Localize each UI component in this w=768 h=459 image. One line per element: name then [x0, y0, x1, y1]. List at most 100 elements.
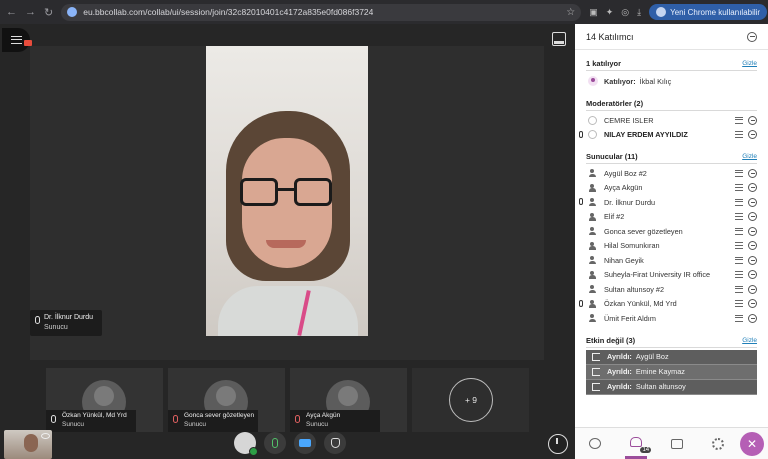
forward-icon[interactable]: →	[25, 6, 36, 18]
address-bar[interactable]: eu.bbcollab.com/collab/ui/session/join/3…	[61, 3, 582, 21]
back-icon[interactable]: ←	[6, 6, 17, 18]
captions-icon[interactable]	[735, 285, 743, 293]
bookmark-star-icon[interactable]: ☆	[566, 7, 575, 18]
mic-icon	[579, 299, 583, 307]
participant-name: NILAY ERDEM AYYILDIZ	[604, 130, 688, 140]
captions-icon[interactable]	[735, 242, 743, 250]
chrome-update-button[interactable]: Yeni Chrome kullanılabilir	[649, 4, 768, 20]
captions-icon[interactable]	[735, 131, 743, 139]
layout-toggle-icon[interactable]	[552, 32, 566, 46]
self-view-video[interactable]	[4, 430, 52, 459]
participant-tile[interactable]: Gonca sever gözetleyen Sunucu	[168, 368, 285, 432]
more-options-icon[interactable]	[748, 284, 757, 294]
tab-share-content[interactable]	[666, 433, 688, 455]
tile-tag: Özkan Yünkül, Md Yrd Sunucu	[46, 410, 136, 432]
captions-icon[interactable]	[735, 198, 743, 206]
people-icon	[630, 437, 643, 447]
tab-participants[interactable]: 14	[625, 429, 652, 459]
list-item[interactable]: Hilal Somunkıran	[586, 239, 757, 254]
tab-chat[interactable]	[584, 433, 606, 455]
microphone-button[interactable]	[264, 432, 286, 454]
mic-muted-icon	[173, 415, 178, 423]
reload-icon[interactable]: ↻	[44, 6, 53, 19]
list-item[interactable]: NILAY ERDEM AYYILDIZ	[579, 128, 757, 143]
eye-icon[interactable]	[41, 433, 50, 439]
section-title: Etkin değil (3)	[586, 335, 636, 345]
more-options-icon[interactable]	[748, 115, 757, 125]
list-item[interactable]: Suheyla-Firat University IR office	[586, 268, 757, 283]
share-icon	[670, 438, 683, 449]
tab-settings[interactable]	[707, 433, 729, 455]
clock-icon[interactable]	[548, 434, 568, 454]
presenter-icon	[588, 270, 596, 279]
more-options-icon[interactable]	[748, 130, 757, 140]
more-participants-tile[interactable]: + 9	[412, 368, 529, 432]
main-speaker-tag: Dr. İlknur Durdu Sunucu	[30, 310, 102, 336]
captions-icon[interactable]	[735, 271, 743, 279]
presenter-icon	[588, 299, 596, 308]
download-icon[interactable]: ⤓	[637, 6, 641, 18]
list-item[interactable]: Özkan Yünkül, Md Yrd	[579, 297, 757, 312]
list-item[interactable]: CEMRE ISLER	[586, 113, 757, 128]
more-options-icon[interactable]	[748, 183, 757, 193]
participant-tile[interactable]: Ayça Akgün Sunucu	[290, 368, 407, 432]
captions-icon[interactable]	[735, 227, 743, 235]
left-label: Ayrıldı:	[607, 382, 632, 391]
more-options-icon[interactable]	[748, 197, 757, 207]
tile-role: Sunucu	[62, 421, 85, 428]
my-status-button[interactable]	[234, 432, 258, 456]
list-item[interactable]: Dr. İlknur Durdu	[579, 195, 757, 210]
more-options-icon[interactable]	[748, 299, 757, 309]
participant-name: Aygül Boz	[635, 352, 669, 361]
captions-icon[interactable]	[735, 213, 743, 221]
hide-link[interactable]: Gizle	[742, 153, 757, 160]
moderator-icon	[588, 115, 597, 125]
captions-icon[interactable]	[735, 169, 743, 177]
update-label: Yeni Chrome kullanılabilir	[670, 7, 761, 17]
more-options-icon[interactable]	[748, 270, 757, 280]
speaker-video-feed	[206, 46, 368, 336]
hand-icon	[330, 438, 340, 448]
hide-link[interactable]: Gizle	[742, 60, 757, 67]
presenter-icon	[588, 198, 596, 207]
captions-icon[interactable]	[735, 116, 743, 124]
list-item[interactable]: Aygül Boz #2	[586, 166, 757, 181]
captions-icon[interactable]	[735, 314, 743, 322]
participant-name: Sultan altunsoy	[635, 382, 686, 391]
site-info-icon[interactable]	[67, 7, 78, 17]
raise-hand-button[interactable]	[324, 432, 346, 454]
section-title: Moderatörler (2)	[586, 99, 644, 108]
more-options-icon[interactable]	[748, 255, 757, 265]
captions-icon[interactable]	[735, 256, 743, 264]
extension-icon[interactable]: ▣	[589, 6, 598, 18]
panel-options-icon[interactable]	[747, 31, 757, 42]
tile-name: Özkan Yünkül, Md Yrd	[62, 412, 127, 419]
puzzle-icon[interactable]: ✦	[606, 6, 614, 18]
captions-icon[interactable]	[735, 300, 743, 308]
list-item[interactable]: Gonca sever gözetleyen	[586, 224, 757, 239]
presenter-icon	[588, 169, 596, 178]
main-video	[30, 46, 544, 360]
list-item[interactable]: Elif #2	[586, 210, 757, 225]
hide-link[interactable]: Gizle	[742, 337, 757, 344]
list-item[interactable]: Nihan Geyik	[586, 253, 757, 268]
close-panel-button[interactable]: ✕	[740, 432, 764, 456]
attending-section: 1 katılıyor Gizle Katılıyor: İkbal Kılıç	[575, 51, 768, 91]
list-item[interactable]: Ayça Akgün	[586, 181, 757, 196]
list-item[interactable]: Ümit Ferit Aldım	[586, 311, 757, 326]
check-icon	[249, 447, 258, 456]
more-options-icon[interactable]	[748, 313, 757, 323]
presenter-icon	[588, 183, 596, 192]
more-options-icon[interactable]	[748, 212, 757, 222]
participant-tile[interactable]: Özkan Yünkül, Md Yrd Sunucu	[46, 368, 163, 432]
panel-header: 14 Katılımcı	[575, 24, 768, 50]
more-options-icon[interactable]	[748, 241, 757, 251]
captions-icon[interactable]	[735, 184, 743, 192]
camera-button[interactable]	[294, 432, 316, 454]
participant-name: Ümit Ferit Aldım	[604, 313, 656, 323]
more-options-icon[interactable]	[748, 168, 757, 178]
list-item[interactable]: Sultan altunsoy #2	[586, 282, 757, 297]
presenter-icon	[588, 256, 596, 265]
lens-icon[interactable]: ◎	[621, 6, 629, 18]
more-options-icon[interactable]	[748, 226, 757, 236]
